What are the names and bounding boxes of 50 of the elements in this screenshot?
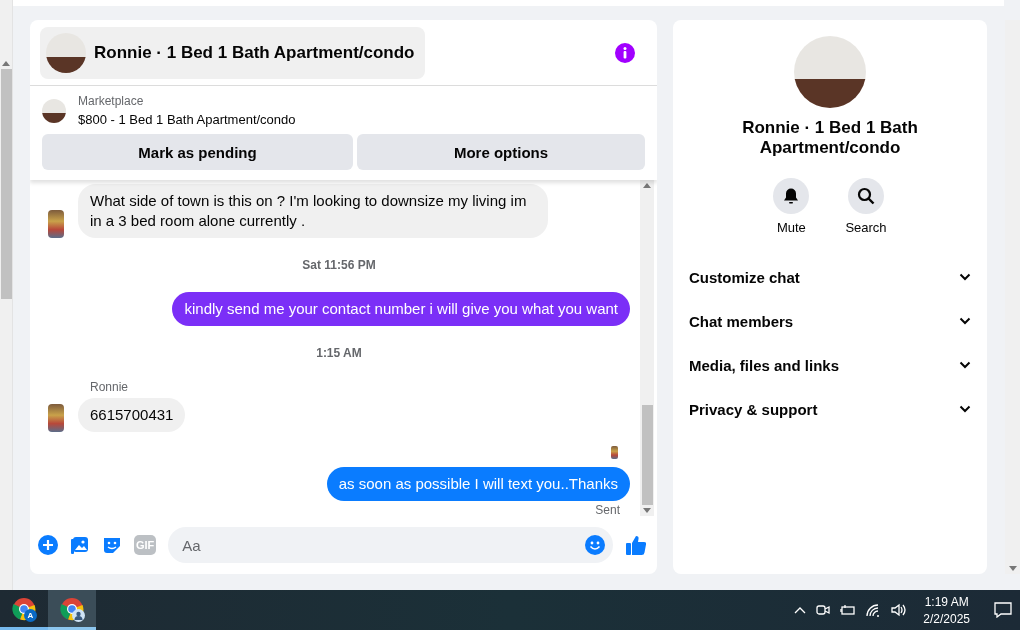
search-icon <box>857 187 875 205</box>
message-timestamp: Sat 11:56 PM <box>302 258 376 272</box>
sender-name: Ronnie <box>90 380 130 394</box>
message-bubble: 6615700431 <box>78 398 186 432</box>
photo-button[interactable] <box>70 535 90 555</box>
sticker-button[interactable] <box>102 535 122 555</box>
message-timestamp: 1:15 AM <box>316 346 362 360</box>
message-field[interactable]: Aa <box>168 527 613 563</box>
clock-time: 1:19 AM <box>924 594 969 609</box>
sender-avatar <box>48 404 64 432</box>
action-button[interactable]: More options <box>357 134 645 170</box>
quick-action-label: Mute <box>776 220 806 235</box>
camera-icon[interactable] <box>816 603 831 617</box>
listing-title: $800 - 1 Bed 1 Bath Apartment/condo <box>78 112 296 127</box>
message-input[interactable]: Aa <box>180 535 585 555</box>
emoji-icon[interactable] <box>585 535 605 555</box>
section-header[interactable]: Media, files and links <box>681 343 979 387</box>
details-title: Ronnie · 1 Bed 1 Bath Apartment/condo <box>741 118 919 158</box>
add-button[interactable] <box>38 535 58 555</box>
section-header[interactable]: Privacy & support <box>681 387 979 431</box>
clock-date: 2/2/2025 <box>923 611 970 626</box>
mute-button[interactable] <box>773 178 810 214</box>
battery-icon[interactable] <box>840 604 857 616</box>
message-status: Sent <box>595 503 620 516</box>
notification-icon[interactable] <box>994 602 1012 618</box>
search-button[interactable] <box>848 178 884 214</box>
message-bubble: as soon as possible I will text you..Thanks <box>326 467 630 501</box>
sender-avatar <box>48 210 64 238</box>
message-bubble: kindly send me your contact number i will give you what you want <box>172 292 630 326</box>
bell-icon <box>782 187 801 205</box>
section-header[interactable]: Chat members <box>681 299 979 343</box>
clock[interactable]: 1:19 AM 2/2/2025 <box>923 594 970 626</box>
wifi-icon[interactable] <box>866 603 882 617</box>
message-bubble: What side of town is this on ? I'm looking to downsize my living im in a 3 bed room alone currently . <box>78 184 548 238</box>
scrollbar-thumb[interactable] <box>0 69 12 299</box>
speaker-icon[interactable] <box>891 603 908 617</box>
person-badge-icon <box>72 609 85 622</box>
quick-action-label: Search <box>845 220 887 235</box>
section-header[interactable]: Customize chat <box>681 255 979 299</box>
listing-photo <box>42 98 66 123</box>
action-button[interactable]: Mark as pending <box>42 134 353 170</box>
like-button[interactable] <box>625 534 647 556</box>
room-photo <box>46 32 86 73</box>
chat-title-button[interactable]: Ronnie · 1 Bed 1 Bath Apartment/condo <box>40 26 425 79</box>
info-icon[interactable] <box>615 42 635 63</box>
chevron-up-icon[interactable] <box>794 606 807 614</box>
listing-label: Marketplace <box>78 94 145 108</box>
scrollbar-thumb[interactable] <box>641 405 653 505</box>
chat-title: Ronnie · 1 Bed 1 Bath Apartment/condo <box>94 42 415 63</box>
taskbar-app[interactable] <box>48 590 96 630</box>
